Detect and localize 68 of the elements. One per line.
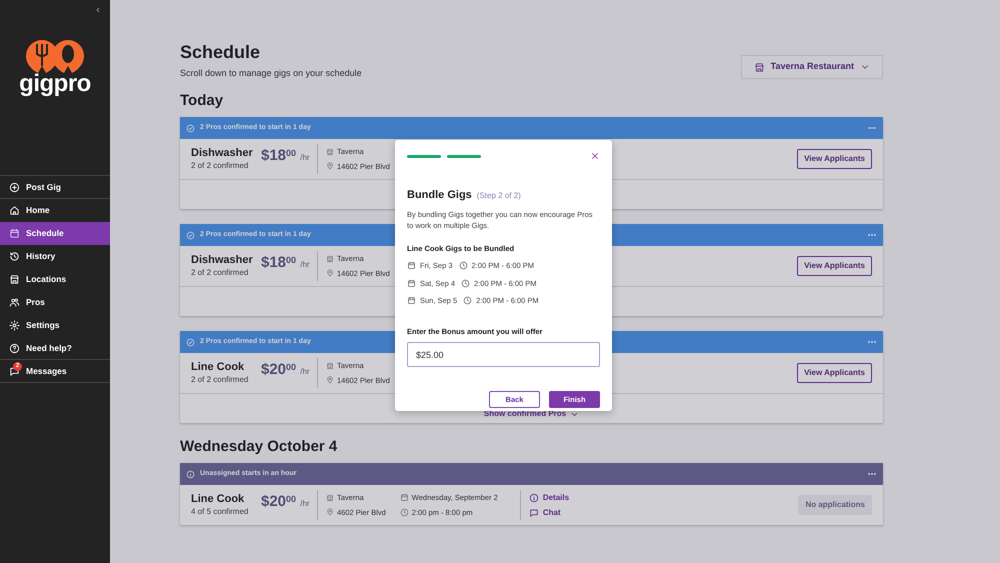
calendar-icon xyxy=(407,261,416,270)
calendar-icon xyxy=(400,493,409,502)
chat-icon xyxy=(9,366,20,376)
gig-role: Line Cook xyxy=(191,360,246,374)
calendar-icon xyxy=(407,296,416,305)
section-heading: Today xyxy=(180,92,224,110)
action-button[interactable]: View Applicants xyxy=(797,256,872,276)
location-pin-icon xyxy=(326,376,334,384)
location-pin-icon xyxy=(326,269,334,278)
store-icon xyxy=(326,148,334,156)
store-icon xyxy=(326,362,334,370)
confirmed-count: 4 of 5 confirmed xyxy=(191,506,250,518)
section-heading: Wednesday October 4 xyxy=(180,438,338,456)
confirmed-count: 2 of 2 confirmed xyxy=(191,160,250,172)
settings-icon xyxy=(9,320,20,331)
check-circle-icon xyxy=(186,124,195,133)
action-button[interactable]: No applications xyxy=(798,495,872,516)
card-link[interactable]: Chat xyxy=(528,506,570,519)
history-icon xyxy=(9,251,20,262)
page-title: Schedule xyxy=(180,42,262,64)
dialog-title: Bundle Gigs xyxy=(407,188,472,203)
location-pin-icon xyxy=(326,162,334,170)
action-button[interactable]: View Applicants xyxy=(797,363,872,384)
people-icon xyxy=(9,297,20,308)
check-circle-icon xyxy=(186,230,195,240)
nav-item[interactable]: Schedule xyxy=(0,222,110,245)
nav-item[interactable]: History xyxy=(0,245,110,268)
plus-circle-icon xyxy=(9,182,20,192)
store-icon xyxy=(326,494,334,502)
clock-icon xyxy=(400,508,409,517)
calendar-icon xyxy=(9,228,20,239)
chevron-left-icon[interactable] xyxy=(94,6,102,14)
bonus-field[interactable]: $25.00 xyxy=(407,342,600,368)
clock-icon xyxy=(461,278,470,288)
location-dropdown[interactable]: Taverna Restaurant xyxy=(740,55,883,79)
chat-icon xyxy=(528,508,539,518)
info-icon xyxy=(186,470,195,479)
confirmed-count: 2 of 2 confirmed xyxy=(191,374,250,386)
page-subtitle: Scroll down to manage gigs on your schedule xyxy=(180,66,362,80)
check-circle-icon xyxy=(186,338,195,347)
gig-role: Line Cook xyxy=(191,492,246,506)
info-icon xyxy=(528,492,539,503)
gig-rate: $20$^{00}$ /hr xyxy=(261,360,309,380)
nav-item[interactable]: Settings xyxy=(0,314,110,337)
gig-role: Dishwasher xyxy=(191,252,253,268)
clock-icon xyxy=(463,296,472,305)
home-icon xyxy=(9,205,20,216)
logo-text: gigpro xyxy=(19,72,91,96)
confirmed-count: 2 of 2 confirmed xyxy=(191,267,250,280)
location-pin-icon xyxy=(326,508,334,516)
nav-item[interactable]: Locations xyxy=(0,268,110,291)
gig-rate: $20$^{00}$ /hr xyxy=(261,492,309,512)
store-icon xyxy=(9,274,20,285)
store-icon xyxy=(326,254,334,263)
nav-item[interactable]: Home xyxy=(0,199,110,222)
store-icon xyxy=(754,62,765,72)
gig-role: Dishwasher xyxy=(191,146,253,160)
help-icon xyxy=(9,342,20,354)
step-indicator: (Step 2 of 2) xyxy=(476,190,521,202)
calendar-icon xyxy=(407,278,416,288)
nav-item[interactable]: Pros xyxy=(0,291,110,314)
gig-rate: $18$^{00}$ /hr xyxy=(261,253,309,274)
clock-icon xyxy=(458,261,468,270)
gig-rate: $18$^{00}$ /hr xyxy=(261,146,309,166)
close-icon[interactable] xyxy=(590,151,600,161)
action-button[interactable]: View Applicants xyxy=(797,149,872,170)
card-link[interactable]: Details xyxy=(528,492,570,504)
show-pros-link[interactable]: Show confirmed Pros xyxy=(484,408,580,420)
